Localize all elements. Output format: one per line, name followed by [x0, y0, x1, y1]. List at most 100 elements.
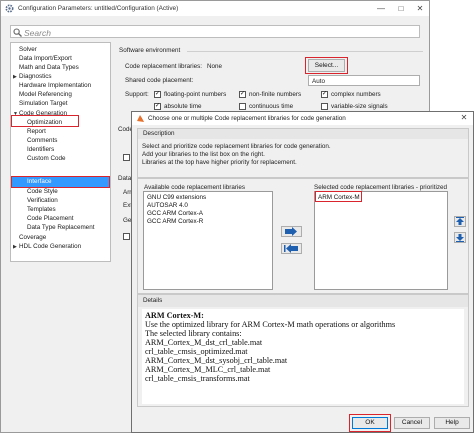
minimize-button[interactable]: —: [374, 3, 388, 14]
tree-item-label: Report: [27, 128, 46, 135]
tree-item-code-placement[interactable]: Code Placement: [27, 214, 74, 223]
details-line: The selected library contains:: [145, 329, 242, 338]
interface-highlight-box: [11, 176, 110, 188]
description-header: Description: [138, 129, 468, 139]
move-left-arrow-icon: [284, 244, 298, 253]
tree-item-label: Templates: [27, 206, 56, 213]
dropdown-value: Auto: [312, 77, 325, 85]
tree-item-label: Code Placement: [27, 215, 74, 222]
tree-item-data-import-export[interactable]: Data Import/Export: [19, 54, 72, 63]
selected-libraries-header: Selected code replacement libraries - pr…: [314, 184, 447, 191]
tree-item-templates[interactable]: Templates: [27, 205, 56, 214]
maximize-button[interactable]: □: [394, 3, 408, 14]
description-group: Description Select and prioritize code r…: [137, 128, 469, 178]
non-finite-checkbox[interactable]: ✓: [239, 91, 246, 98]
tree-item-coverage[interactable]: Coverage: [19, 233, 46, 242]
code-replacement-dialog: Choose one or multiple Code replacement …: [131, 111, 474, 433]
matlab-logo-icon: [137, 115, 144, 122]
tree-item-math-and-data-types[interactable]: Math and Data Types: [19, 63, 79, 72]
variable-size-signals-label: variable-size signals: [331, 103, 388, 110]
tree-item-verification[interactable]: Verification: [27, 196, 58, 205]
variable-size-signals-checkbox[interactable]: [321, 103, 328, 110]
tree-item-label: Verification: [27, 197, 58, 204]
details-line: crl_table_cmsis_transforms.mat: [145, 374, 250, 383]
absolute-time-label: absolute time: [164, 103, 202, 110]
tree-item-label: Hardware Implementation: [19, 82, 92, 89]
tree-item-solver[interactable]: Solver: [19, 45, 37, 54]
description-line: Add your libraries to the list box on th…: [142, 151, 265, 158]
code-replacement-libraries-label: Code replacement libraries:: [125, 63, 202, 70]
details-line: ARM_Cortex_M_dst_crl_table.mat: [145, 338, 263, 347]
tree-item-hdl-code-generation[interactable]: ▶ HDL Code Generation: [13, 242, 81, 251]
move-down-arrow-icon: [456, 234, 464, 242]
tree-item-hardware-implementation[interactable]: Hardware Implementation: [19, 81, 91, 90]
description-line: Select and prioritize code replacement l…: [142, 143, 331, 150]
gear-icon: [5, 4, 14, 13]
remove-library-button[interactable]: [281, 243, 302, 254]
search-icon: [13, 28, 22, 37]
details-line: ARM_Cortex_M_MLC_crl_table.mat: [145, 365, 271, 374]
available-library-item[interactable]: AUTOSAR 4.0: [147, 202, 188, 209]
dialog-close-button[interactable]: ✕: [457, 113, 471, 123]
tree-item-label: Diagnostics: [19, 73, 52, 80]
floating-point-checkbox[interactable]: ✓: [154, 91, 161, 98]
help-button[interactable]: Help: [434, 417, 470, 429]
partial-checkbox[interactable]: [123, 154, 130, 161]
tree-item-label: Comments: [27, 137, 58, 144]
tree-item-identifiers[interactable]: Identifiers: [27, 145, 54, 154]
continuous-time-label: continuous time: [249, 103, 294, 110]
support-label: Support:: [125, 91, 149, 98]
close-button[interactable]: ✕: [413, 3, 427, 14]
tree-item-label: Data Type Replacement: [27, 224, 95, 231]
move-up-arrow-icon: [456, 217, 464, 225]
dialog-title: Choose one or multiple Code replacement …: [148, 115, 346, 122]
details-title: ARM Cortex-M:: [145, 311, 204, 320]
ok-button-highlight-box: [349, 414, 391, 432]
available-library-item[interactable]: GNU C99 extensions: [147, 194, 206, 201]
details-content: ARM Cortex-M: Use the optimized library …: [142, 309, 464, 404]
tree-item-code-style[interactable]: Code Style: [27, 187, 58, 196]
tree-item-label: Custom Code: [27, 155, 66, 162]
shared-code-placement-label: Shared code placement:: [125, 77, 194, 84]
description-line: Libraries at the top have higher priorit…: [142, 159, 297, 166]
available-library-item[interactable]: GCC ARM Cortex-A: [147, 210, 203, 217]
available-library-item[interactable]: GCC ARM Cortex-R: [147, 218, 203, 225]
complex-numbers-checkbox[interactable]: ✓: [321, 91, 328, 98]
category-tree[interactable]: Solver Data Import/Export Math and Data …: [10, 42, 111, 262]
tree-item-diagnostics[interactable]: ▶ Diagnostics: [13, 72, 52, 81]
move-up-button[interactable]: [454, 216, 466, 227]
tree-item-label: Coverage: [19, 234, 47, 241]
tree-item-simulation-target[interactable]: Simulation Target: [19, 99, 68, 108]
tree-item-label: Identifiers: [27, 146, 55, 153]
cancel-button[interactable]: Cancel: [394, 417, 430, 429]
code-generation-highlight-box: [11, 115, 79, 127]
non-finite-label: non-finite numbers: [249, 91, 302, 98]
shared-code-placement-dropdown[interactable]: Auto: [308, 75, 420, 86]
tree-item-label: Data Import/Export: [19, 55, 72, 62]
software-environment-header: Software environment: [119, 47, 181, 54]
complex-numbers-label: complex numbers: [331, 91, 381, 98]
libraries-group: Available code replacement libraries GNU…: [137, 178, 469, 294]
dialog-titlebar: Choose one or multiple Code replacement …: [132, 112, 473, 125]
tree-item-label: Simulation Target: [19, 100, 68, 107]
move-down-button[interactable]: [454, 232, 466, 243]
tree-item-custom-code[interactable]: Custom Code: [27, 154, 66, 163]
tree-item-model-referencing[interactable]: Model Referencing: [19, 90, 72, 99]
selected-libraries-list[interactable]: ARM Cortex-M: [314, 191, 448, 290]
partial-checkbox[interactable]: [123, 233, 130, 240]
add-library-button[interactable]: [281, 226, 302, 237]
tree-item-data-type-replacement[interactable]: Data Type Replacement: [27, 223, 94, 232]
tree-item-label: Solver: [19, 46, 37, 53]
main-titlebar: Configuration Parameters: untitled/Confi…: [1, 1, 429, 16]
continuous-time-checkbox[interactable]: [239, 103, 246, 110]
details-line: crl_table_cmsis_optimized.mat: [145, 347, 248, 356]
search-input[interactable]: Search: [10, 25, 420, 38]
section-divider: [187, 51, 423, 52]
tree-item-comments[interactable]: Comments: [27, 136, 57, 145]
details-header: Details: [138, 295, 468, 307]
tree-item-report[interactable]: Report: [27, 127, 46, 136]
search-placeholder: Search: [24, 27, 51, 38]
absolute-time-checkbox[interactable]: ✓: [154, 103, 161, 110]
tree-item-label: Math and Data Types: [19, 64, 79, 71]
available-libraries-list[interactable]: GNU C99 extensions AUTOSAR 4.0 GCC ARM C…: [143, 191, 273, 290]
